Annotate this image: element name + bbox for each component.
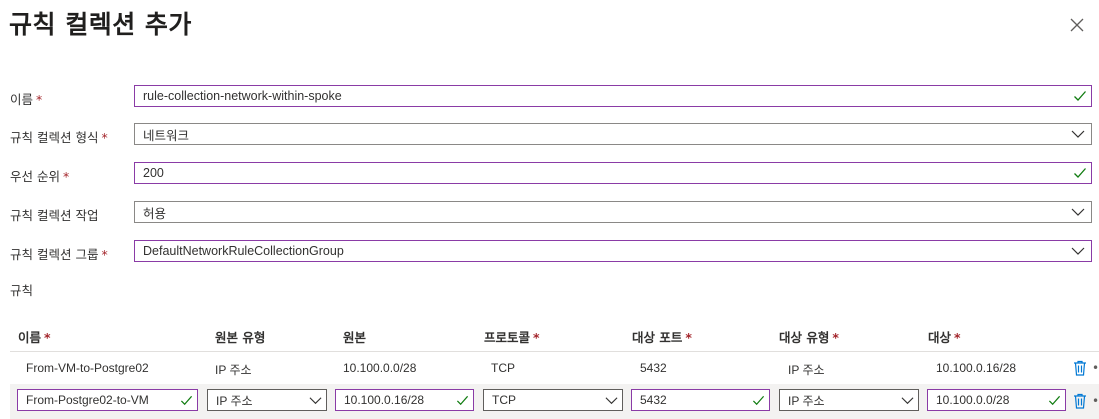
priority-input[interactable]: 200 (134, 162, 1092, 184)
rule-dest-type: IP 주소 (788, 363, 825, 377)
type-select[interactable]: 네트워크 (134, 123, 1092, 145)
action-label: 규칙 컬렉션 작업 (10, 208, 99, 223)
check-icon (752, 395, 765, 405)
rule-protocol: TCP (491, 361, 515, 375)
rule-source: 10.100.0.0/28 (343, 361, 417, 375)
col-header-protocol: 프로토콜 * (484, 330, 540, 345)
chevron-down-icon (309, 396, 322, 404)
dest-type-select[interactable]: IP 주소 (779, 389, 919, 411)
group-label: 규칙 컬렉션 그룹 * (10, 247, 108, 262)
required-mark: * (62, 169, 70, 184)
group-value: DefaultNetworkRuleCollectionGroup (143, 244, 344, 258)
check-icon (1074, 91, 1086, 101)
name-value: rule-collection-network-within-spoke (143, 89, 342, 103)
col-header-name: 이름 * (18, 330, 51, 345)
more-icon[interactable]: • (1092, 394, 1099, 410)
source-type-select[interactable]: IP 주소 (207, 389, 327, 411)
close-icon[interactable] (1066, 14, 1088, 36)
chevron-down-icon (901, 396, 914, 404)
type-value: 네트워크 (143, 128, 190, 143)
protocol-select[interactable]: TCP (483, 389, 623, 411)
col-header-source-type: 원본 유형 (215, 330, 266, 345)
name-input[interactable]: rule-collection-network-within-spoke (134, 85, 1092, 107)
col-header-dest-port: 대상 포트 * (632, 330, 692, 345)
delete-icon[interactable] (1073, 360, 1087, 376)
rule-source-type: IP 주소 (215, 363, 252, 377)
chevron-down-icon (1071, 247, 1085, 255)
group-select[interactable]: DefaultNetworkRuleCollectionGroup (134, 240, 1092, 262)
rule-name: From-VM-to-Postgre02 (26, 361, 149, 375)
chevron-down-icon (1071, 208, 1085, 216)
header-divider (10, 351, 1099, 352)
dest-input[interactable]: 10.100.0.0/28 (927, 389, 1066, 411)
dialog-title: 규칙 컬렉션 추가 (9, 10, 192, 39)
col-header-source: 원본 (343, 330, 367, 345)
rules-section-label: 규칙 (10, 283, 34, 298)
source-input[interactable]: 10.100.0.16/28 (335, 389, 474, 411)
chevron-down-icon (1071, 130, 1085, 138)
priority-label: 우선 순위 * (10, 169, 70, 184)
col-header-dest-type: 대상 유형 * (779, 330, 839, 345)
chevron-down-icon (605, 396, 618, 404)
action-select[interactable]: 허용 (134, 201, 1092, 223)
name-label: 이름 * (10, 92, 43, 107)
col-header-dest: 대상 * (928, 330, 961, 345)
delete-icon[interactable] (1073, 393, 1087, 409)
dest-port-input[interactable]: 5432 (631, 389, 770, 411)
rule-name-input[interactable]: From-Postgre02-to-VM (17, 389, 198, 411)
check-icon (180, 395, 193, 405)
more-icon[interactable]: • (1092, 361, 1099, 377)
rule-dest: 10.100.0.16/28 (936, 361, 1017, 375)
check-icon (456, 395, 469, 405)
check-icon (1048, 395, 1061, 405)
action-value: 허용 (143, 206, 167, 221)
priority-value: 200 (143, 166, 164, 180)
check-icon (1074, 168, 1086, 178)
required-mark: * (36, 92, 43, 107)
rule-dest-port: 5432 (640, 361, 667, 375)
required-mark: * (101, 247, 108, 262)
required-mark: * (101, 130, 108, 145)
type-label: 규칙 컬렉션 형식 * (10, 130, 108, 145)
